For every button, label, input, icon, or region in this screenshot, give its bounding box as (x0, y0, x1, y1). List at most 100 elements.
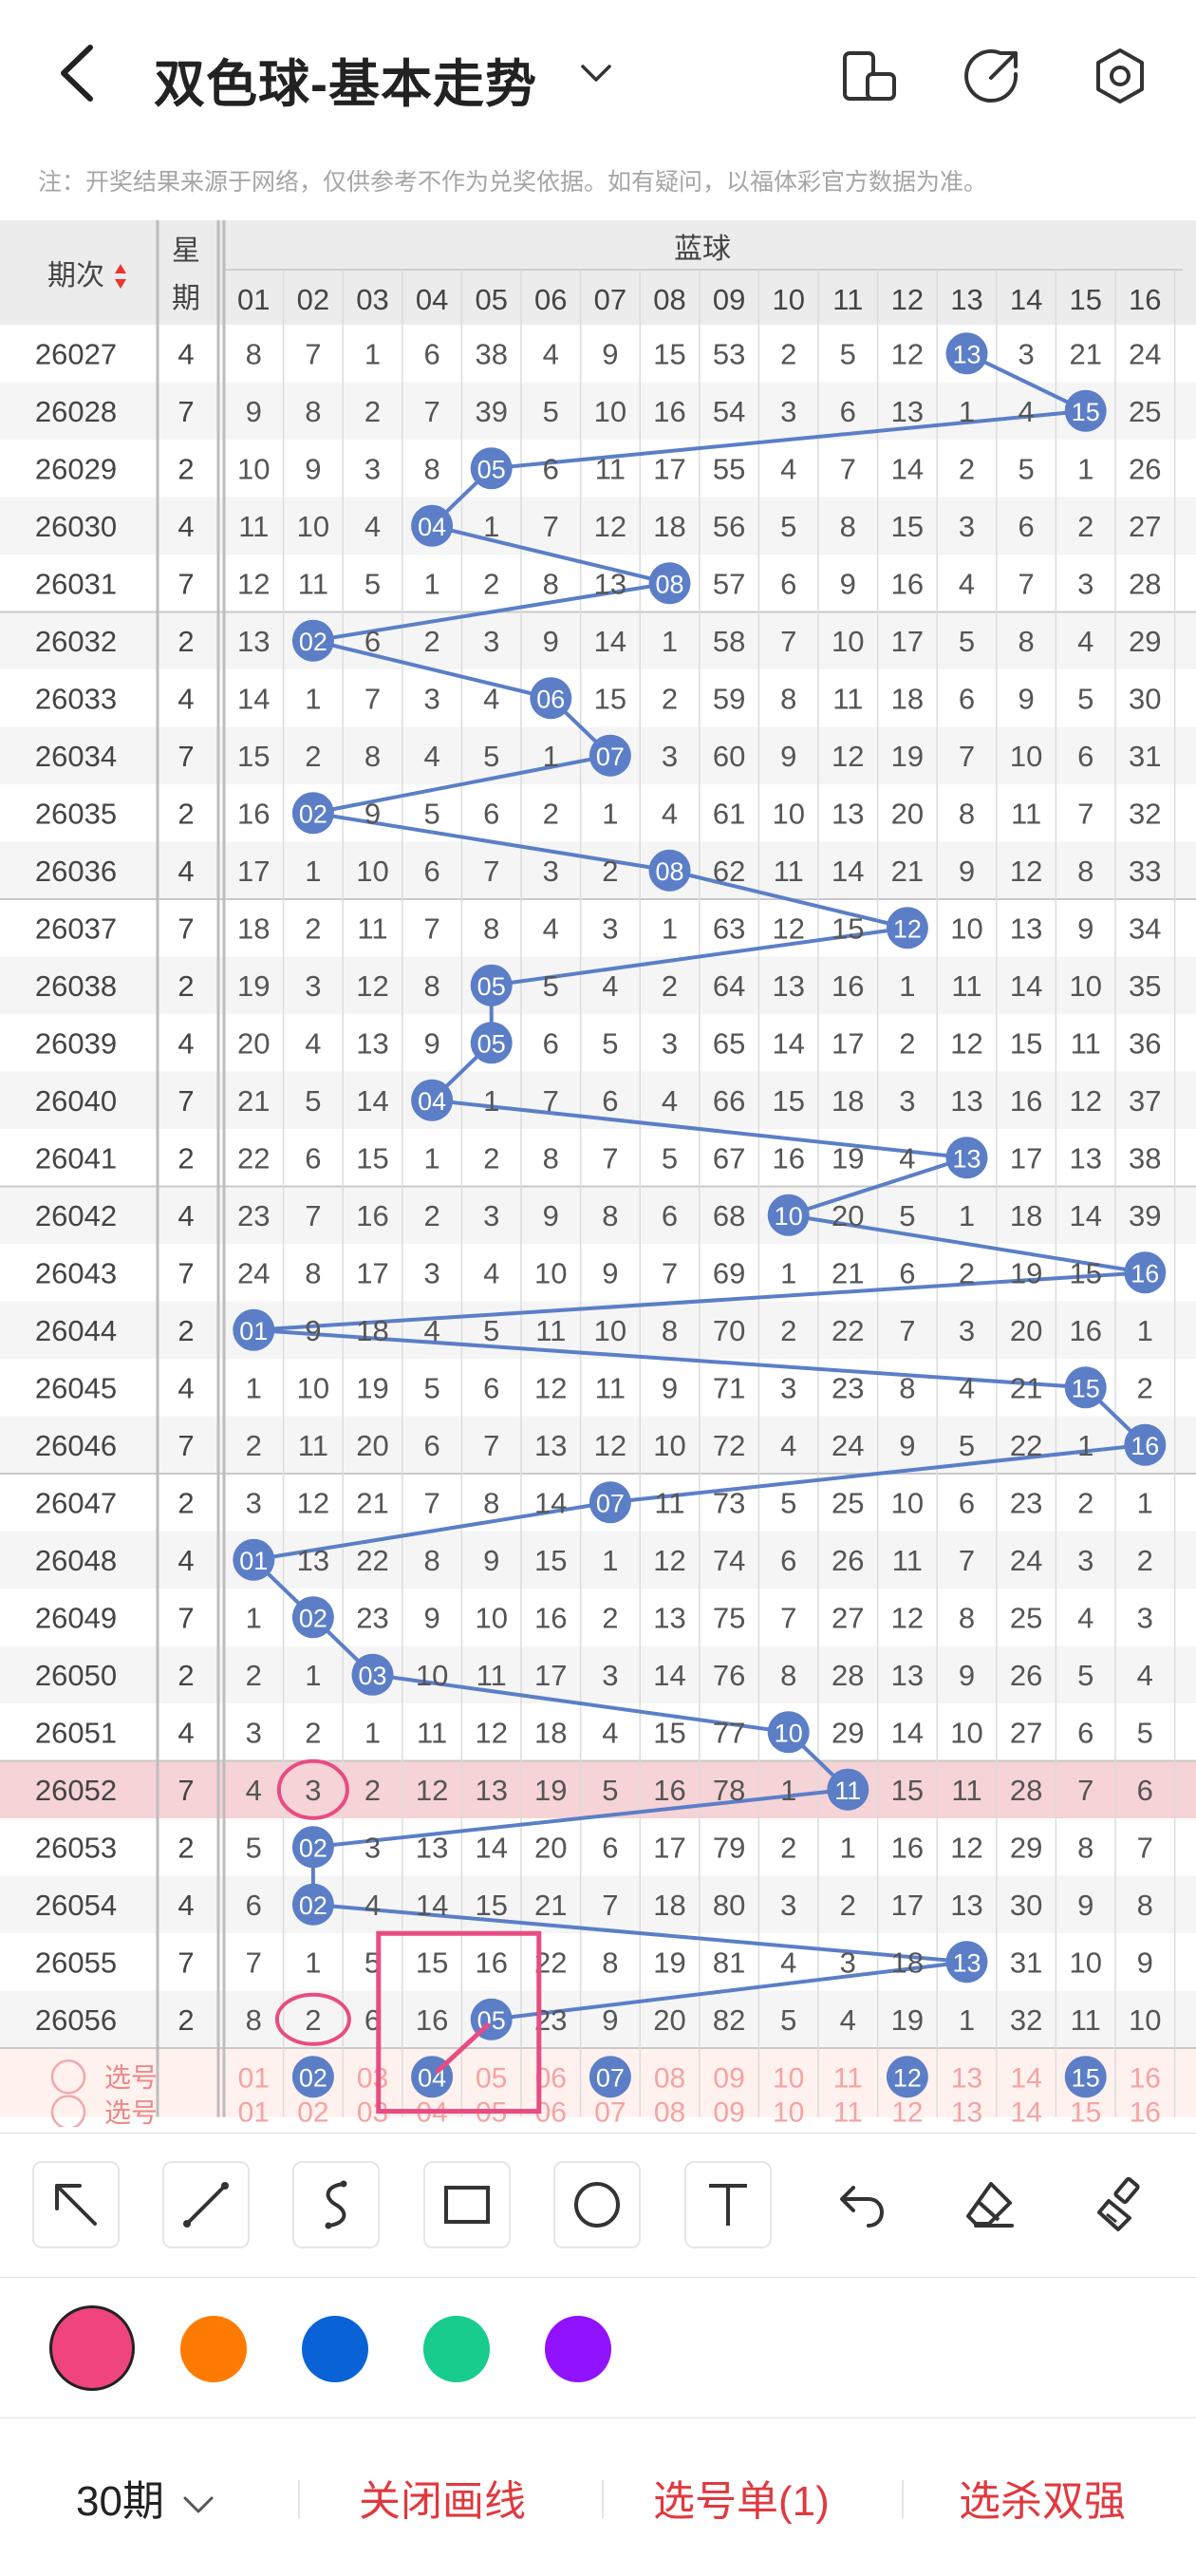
chevron-down-icon[interactable] (579, 59, 613, 87)
eraser-icon[interactable] (945, 2161, 1033, 2248)
pick-list-button[interactable]: 选号单(1) (653, 2467, 830, 2528)
pick-ball[interactable]: 03 (357, 2062, 388, 2094)
settings-icon[interactable] (1090, 46, 1150, 106)
miss-count-cell: 3 (662, 740, 678, 773)
miss-count-cell: 8 (1077, 855, 1093, 888)
layout-icon[interactable] (839, 46, 900, 106)
miss-count-cell: 1 (305, 1659, 321, 1692)
pick-ball[interactable]: 13 (951, 2097, 982, 2129)
column-header: 06 (534, 283, 567, 316)
pick-ball[interactable]: 01 (238, 2097, 270, 2129)
miss-count-cell: 13 (832, 797, 864, 830)
undo-icon[interactable] (815, 2161, 903, 2248)
close-lines-button[interactable]: 关闭画线 (359, 2467, 526, 2528)
miss-count-cell: 6 (1077, 740, 1093, 773)
pick-ball[interactable]: 08 (654, 2062, 685, 2094)
pick-ball[interactable]: 08 (654, 2097, 685, 2129)
pick-ball[interactable]: 15 (1070, 2097, 1101, 2129)
miss-count-cell: 15 (534, 1544, 567, 1577)
miss-count-cell: 23 (237, 1199, 270, 1232)
pick-ball[interactable]: 05 (476, 2062, 507, 2094)
pick-ball[interactable]: 09 (713, 2062, 744, 2094)
color-swatch-blue[interactable] (302, 2316, 368, 2382)
miss-count-cell: 12 (950, 1831, 982, 1864)
week-cell: 4 (178, 1544, 194, 1577)
miss-count-cell: 14 (237, 682, 270, 715)
period-cell: 26037 (35, 912, 117, 945)
color-swatch-purple[interactable] (545, 2316, 611, 2382)
trend-chart[interactable]: 期次星期蓝球01 02 03 04 05 06 07 08 09 10 11 12 13 14 15 1626… (0, 220, 1196, 2133)
miss-count-cell: 4 (364, 510, 381, 543)
miss-count-cell: 1 (602, 1544, 618, 1577)
miss-count-cell: 8 (1077, 1831, 1093, 1864)
circle-tool-icon[interactable] (553, 2161, 641, 2248)
arrow-tool-icon[interactable] (32, 2161, 120, 2248)
miss-count-cell: 16 (237, 797, 270, 830)
back-icon[interactable] (52, 40, 100, 106)
text-tool-icon[interactable] (684, 2161, 772, 2248)
pick-ball[interactable]: 11 (833, 2062, 863, 2094)
pick-ball[interactable]: 14 (1010, 2097, 1041, 2129)
blue-ball-number: 03 (358, 1662, 386, 1690)
miss-count-cell: 13 (475, 1774, 507, 1807)
miss-count-cell: 17 (653, 1831, 685, 1864)
curve-tool-icon[interactable] (292, 2161, 380, 2248)
share-icon[interactable] (962, 46, 1023, 106)
miss-count-cell: 34 (1129, 912, 1161, 945)
miss-count-cell: 35 (1129, 969, 1161, 1003)
miss-count-cell: 2 (364, 395, 381, 428)
miss-count-cell: 10 (594, 1314, 626, 1347)
pick-ball[interactable]: 02 (297, 2097, 328, 2129)
periods-selector[interactable]: 30期 (76, 2467, 217, 2528)
miss-count-cell: 13 (950, 1889, 982, 1922)
miss-count-cell: 1 (543, 740, 559, 773)
miss-count-cell: 9 (423, 1601, 439, 1634)
miss-count-cell: 12 (594, 1429, 626, 1462)
rectangle-tool-icon[interactable] (423, 2161, 511, 2248)
miss-count-cell: 27 (1129, 510, 1161, 543)
miss-count-cell: 7 (1137, 1831, 1153, 1864)
line-tool-icon[interactable] (162, 2161, 250, 2248)
color-palette (0, 2277, 1196, 2418)
pick-ball[interactable]: 12 (891, 2097, 923, 2129)
pick-ball[interactable]: 10 (773, 2097, 804, 2129)
page-title[interactable]: 双色球-基本走势 (154, 42, 537, 117)
period-cell: 26028 (35, 395, 117, 428)
miss-count-cell: 10 (1010, 740, 1042, 773)
miss-count-cell: 9 (305, 452, 321, 485)
miss-count-cell: 7 (959, 740, 975, 773)
miss-count-cell: 66 (713, 1084, 745, 1118)
miss-count-cell: 75 (713, 1601, 745, 1634)
miss-count-cell: 18 (653, 1889, 685, 1922)
pick-ball[interactable]: 11 (833, 2097, 863, 2129)
pick-ball[interactable]: 16 (1130, 2062, 1161, 2094)
miss-count-cell: 19 (653, 1946, 685, 1979)
week-cell: 2 (178, 1831, 194, 1864)
miss-count-cell: 11 (417, 1716, 447, 1749)
kill-picks-button[interactable]: 选杀双强 (959, 2467, 1126, 2528)
pick-ball[interactable]: 10 (773, 2062, 804, 2094)
miss-count-cell: 12 (950, 1026, 982, 1060)
miss-count-cell: 26 (1010, 1659, 1042, 1692)
color-swatch-green[interactable] (423, 2316, 490, 2382)
miss-count-cell: 70 (713, 1314, 745, 1347)
miss-count-cell: 12 (237, 567, 270, 600)
miss-count-cell: 9 (780, 740, 796, 773)
miss-count-cell: 19 (237, 969, 270, 1003)
period-header[interactable]: 期次 (47, 260, 104, 291)
miss-count-cell: 1 (959, 2003, 975, 2037)
blue-ball-group-header: 蓝球 (674, 234, 731, 265)
periods-label: 30期 (76, 2478, 164, 2525)
pick-ball[interactable]: 07 (594, 2097, 626, 2129)
miss-count-cell: 38 (475, 337, 507, 370)
miss-count-cell: 16 (772, 1141, 804, 1175)
color-swatch-orange[interactable] (180, 2316, 247, 2382)
color-swatch-pink[interactable] (49, 2305, 135, 2391)
miss-count-cell: 14 (594, 625, 626, 658)
pick-ball[interactable]: 14 (1010, 2062, 1041, 2094)
pick-ball[interactable]: 16 (1130, 2097, 1161, 2129)
clear-icon[interactable] (1076, 2161, 1164, 2248)
pick-ball[interactable]: 01 (238, 2062, 270, 2094)
pick-ball[interactable]: 09 (713, 2097, 744, 2129)
pick-ball[interactable]: 13 (951, 2062, 982, 2094)
